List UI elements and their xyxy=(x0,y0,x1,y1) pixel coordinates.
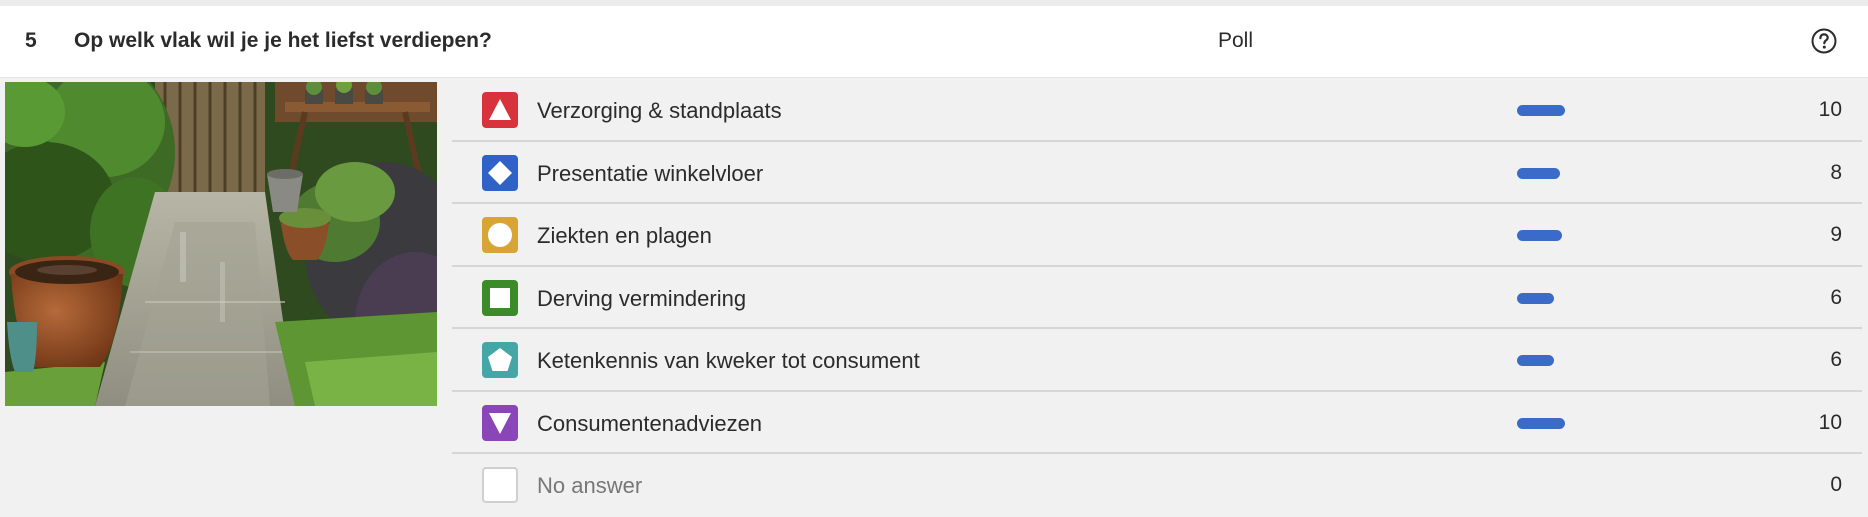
pentagon-icon xyxy=(482,342,518,378)
answer-count: 8 xyxy=(1830,160,1842,184)
answer-row-derving[interactable]: Derving vermindering 6 xyxy=(452,267,1862,329)
result-bar-fill xyxy=(1517,230,1562,241)
answer-label: Ketenkennis van kweker tot consument xyxy=(537,348,920,373)
inverted-triangle-icon xyxy=(482,404,518,441)
diamond-icon xyxy=(482,154,518,191)
result-bar-fill xyxy=(1517,167,1560,179)
answer-label: Verzorging & standplaats xyxy=(537,98,782,123)
answer-count: 9 xyxy=(1830,223,1842,246)
question-number: 5 xyxy=(25,29,37,52)
answer-row-ziekten[interactable]: Ziekten en plagen 9 xyxy=(452,204,1862,267)
result-bar xyxy=(1517,230,1667,241)
answer-count: 6 xyxy=(1830,348,1842,371)
triangle-icon xyxy=(482,92,518,128)
result-bar xyxy=(1517,480,1667,491)
results-list: Verzorging & standplaats 10 Presentatie … xyxy=(452,79,1862,517)
result-bar xyxy=(1517,417,1667,429)
question-title: Op welk vlak wil je je het liefst verdie… xyxy=(74,29,492,52)
square-icon xyxy=(482,279,518,316)
question-header: 5 Op welk vlak wil je je het liefst verd… xyxy=(0,6,1868,78)
result-bar xyxy=(1517,105,1667,116)
result-bar xyxy=(1517,355,1667,366)
result-bar-fill xyxy=(1517,105,1565,116)
answer-count: 6 xyxy=(1830,285,1842,309)
answer-count: 10 xyxy=(1818,98,1842,121)
answer-row-consumentenadviezen[interactable]: Consumentenadviezen 10 xyxy=(452,392,1862,454)
answer-row-ketenkennis[interactable]: Ketenkennis van kweker tot consument 6 xyxy=(452,329,1862,392)
result-bar-fill xyxy=(1517,292,1554,304)
result-bar-fill xyxy=(1517,417,1565,429)
answer-row-no-answer[interactable]: No answer 0 xyxy=(452,454,1862,517)
circle-icon xyxy=(482,217,518,253)
answer-label: Presentatie winkelvloer xyxy=(537,160,764,186)
answer-label: Ziekten en plagen xyxy=(537,223,712,248)
answer-count: 0 xyxy=(1830,473,1842,496)
answer-label: Consumentenadviezen xyxy=(537,410,763,436)
empty-box-icon xyxy=(482,467,518,503)
garden-photo xyxy=(5,82,437,406)
result-bar xyxy=(1517,292,1667,304)
answer-row-presentatie[interactable]: Presentatie winkelvloer 8 xyxy=(452,142,1862,204)
question-circle-icon[interactable] xyxy=(1811,28,1837,54)
answer-count: 10 xyxy=(1818,410,1842,434)
result-bar-fill xyxy=(1517,355,1554,366)
answer-label: Derving vermindering xyxy=(537,285,747,311)
result-bar xyxy=(1517,167,1667,179)
answer-label: No answer xyxy=(537,473,643,498)
question-type: Poll xyxy=(1218,29,1254,52)
answer-row-verzorging[interactable]: Verzorging & standplaats 10 xyxy=(452,79,1862,142)
